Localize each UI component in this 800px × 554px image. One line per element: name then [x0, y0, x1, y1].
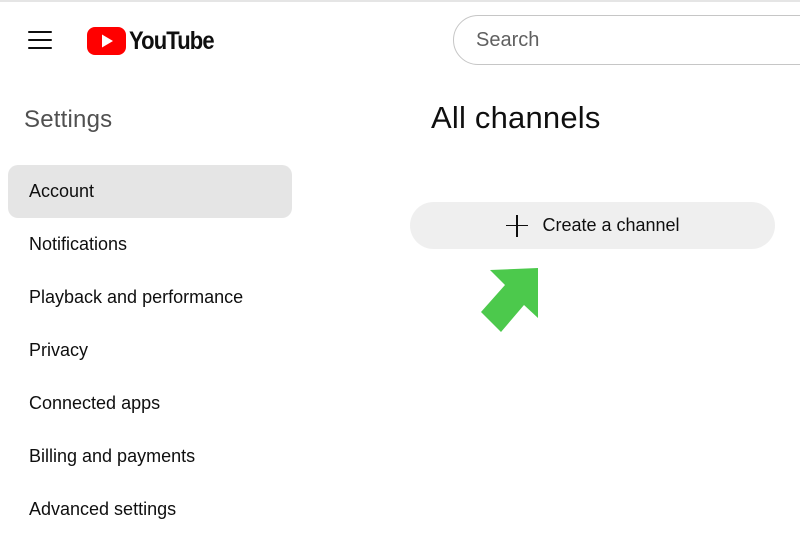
settings-title: Settings	[24, 106, 113, 133]
sidebar-item-advanced-settings[interactable]: Advanced settings	[8, 483, 292, 536]
sidebar-item-billing-and-payments[interactable]: Billing and payments	[8, 430, 292, 483]
settings-nav: Account Notifications Playback and perfo…	[8, 165, 292, 536]
page-title: All channels	[431, 100, 601, 135]
search-box[interactable]	[453, 15, 800, 65]
hamburger-menu-icon[interactable]	[22, 22, 58, 58]
plus-icon	[505, 214, 529, 238]
youtube-wordmark: YouTube	[129, 26, 215, 55]
sidebar-item-privacy[interactable]: Privacy	[8, 324, 292, 377]
sidebar-item-account[interactable]: Account	[8, 165, 292, 218]
create-channel-button[interactable]: Create a channel	[410, 202, 775, 249]
green-arrow-icon	[481, 268, 538, 332]
sidebar-item-connected-apps[interactable]: Connected apps	[8, 377, 292, 430]
search-input[interactable]	[454, 16, 796, 64]
top-divider	[0, 0, 800, 2]
create-channel-label: Create a channel	[542, 215, 680, 235]
youtube-logo[interactable]: YouTube	[87, 24, 225, 58]
youtube-play-icon	[87, 27, 126, 55]
sidebar-item-playback-and-performance[interactable]: Playback and performance	[8, 271, 292, 324]
sidebar-item-notifications[interactable]: Notifications	[8, 218, 292, 271]
